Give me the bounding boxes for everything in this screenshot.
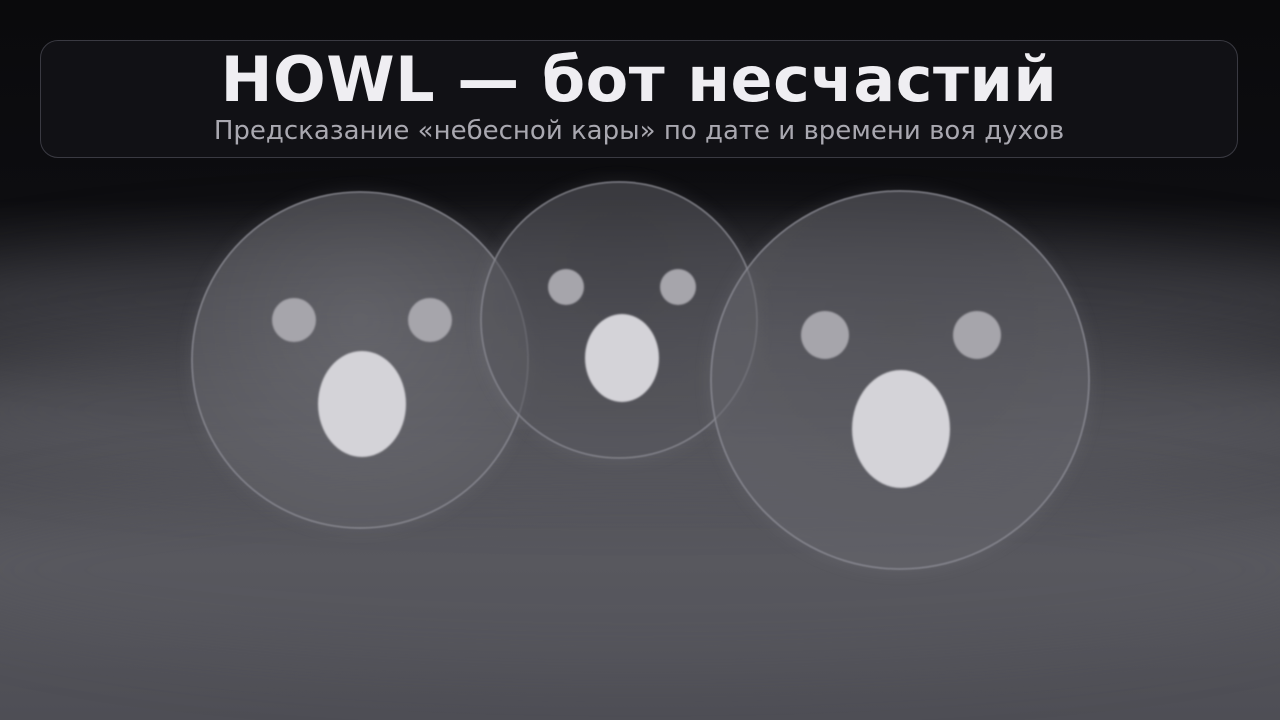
ghost-mouth	[585, 314, 659, 402]
ghost-eye	[660, 269, 696, 305]
ghost-face-icon	[710, 190, 1090, 570]
hero-stage: HOWL — бот несчастий Предсказание «небес…	[0, 0, 1280, 720]
ghost-mouth	[318, 351, 406, 457]
title-banner: HOWL — бот несчастий Предсказание «небес…	[40, 40, 1238, 158]
ghost-eye	[272, 298, 316, 342]
ghost-face-icon	[191, 191, 529, 529]
ghost-eye	[548, 269, 584, 305]
ghost-eye	[801, 311, 849, 359]
page-title: HOWL — бот несчастий	[220, 43, 1058, 116]
ghost-mouth	[852, 370, 950, 488]
fog-layer	[0, 470, 1280, 670]
ghost-eye	[408, 298, 452, 342]
ghost-eye	[953, 311, 1001, 359]
page-subtitle: Предсказание «небесной кары» по дате и в…	[213, 116, 1065, 146]
